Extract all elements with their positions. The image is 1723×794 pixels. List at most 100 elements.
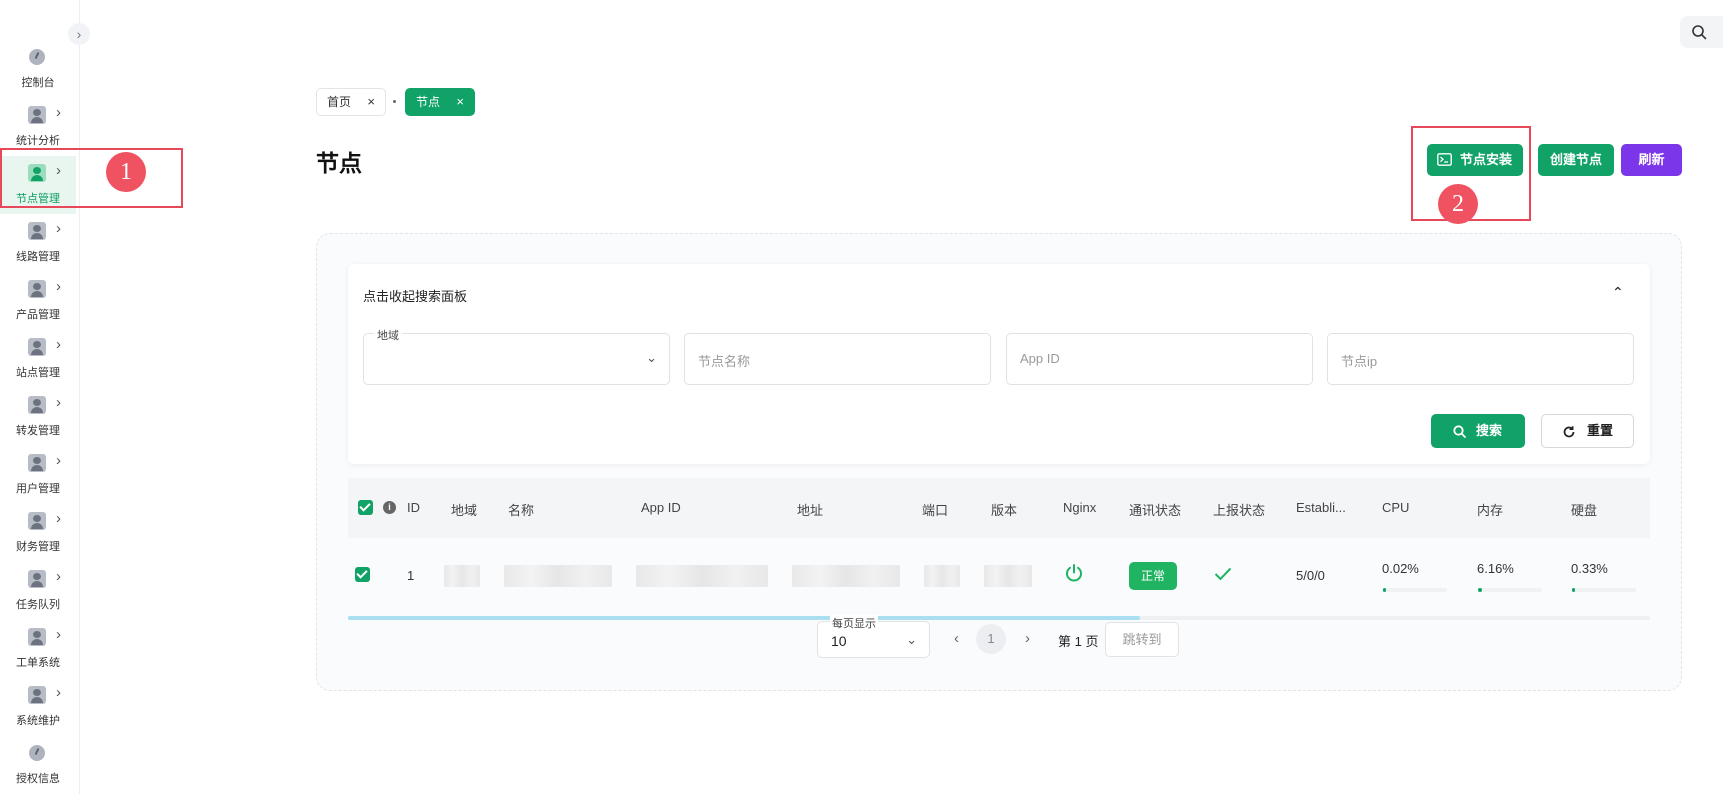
column-header-memory[interactable]: 内存 xyxy=(1477,500,1503,519)
search-button[interactable]: 搜索 xyxy=(1431,414,1525,448)
column-header-app-id[interactable]: App ID xyxy=(641,500,681,515)
select-all-checkbox[interactable] xyxy=(358,500,373,515)
search-panel-toggle[interactable]: 点击收起搜索面板 xyxy=(363,286,467,305)
search-icon xyxy=(1453,425,1466,438)
region-label: 地域 xyxy=(374,327,402,343)
column-header-nginx[interactable]: Nginx xyxy=(1063,500,1096,515)
sidebar-item-user-management[interactable]: › 用户管理 xyxy=(0,446,76,504)
close-icon[interactable]: × xyxy=(456,89,464,115)
sidebar-item-label: 用户管理 xyxy=(16,483,60,495)
node-name-placeholder: 节点名称 xyxy=(698,354,751,369)
user-icon xyxy=(28,222,46,240)
sidebar-item-license-info[interactable]: 授权信息 xyxy=(0,736,76,794)
column-header-version[interactable]: 版本 xyxy=(991,500,1017,519)
chevron-right-icon: › xyxy=(56,568,61,585)
refresh-button[interactable]: 刷新 xyxy=(1621,144,1682,176)
app-id-input[interactable]: App ID xyxy=(1006,333,1313,385)
sidebar-item-label: 线路管理 xyxy=(16,251,60,263)
row-cpu: 0.02% xyxy=(1382,561,1419,576)
annotation-marker-1: 1 xyxy=(106,152,146,192)
close-icon[interactable]: × xyxy=(367,89,375,115)
node-ip-input[interactable]: 节点ip xyxy=(1327,333,1634,385)
tab-label: 首页 xyxy=(327,95,352,109)
sidebar-item-label: 工单系统 xyxy=(16,657,60,669)
prev-page-button[interactable]: ‹ xyxy=(954,630,959,647)
next-page-button[interactable]: › xyxy=(1025,630,1030,647)
user-icon xyxy=(28,512,46,530)
sidebar-item-task-queue[interactable]: › 任务队列 xyxy=(0,562,76,620)
column-header-disk[interactable]: 硬盘 xyxy=(1571,500,1597,519)
column-header-cpu[interactable]: CPU xyxy=(1382,500,1409,515)
jump-to-page-input[interactable]: 跳转到 xyxy=(1105,622,1179,657)
sidebar-collapse-button[interactable]: › xyxy=(68,23,90,45)
chevron-right-icon: › xyxy=(56,452,61,469)
sidebar-item-forward-management[interactable]: › 转发管理 xyxy=(0,388,76,446)
row-region-redacted xyxy=(444,565,480,587)
check-icon xyxy=(1214,567,1232,581)
sidebar-item-product-management[interactable]: › 产品管理 xyxy=(0,272,76,330)
column-header-region[interactable]: 地域 xyxy=(451,500,477,519)
user-icon xyxy=(28,396,46,414)
sidebar-item-console[interactable]: 控制台 xyxy=(0,40,76,98)
create-node-button[interactable]: 创建节点 xyxy=(1538,144,1614,176)
region-select[interactable]: 地域 ⌄ xyxy=(363,327,670,385)
horizontal-scrollbar[interactable] xyxy=(348,616,1650,620)
sidebar: › 控制台 › 统计分析 › 节点管理 › 线路管理 › 产品管理 › 站点管理… xyxy=(0,0,90,794)
annotation-marker-2: 2 xyxy=(1438,184,1478,224)
page-size-label: 每页显示 xyxy=(830,615,878,631)
tab-home[interactable]: 首页 × xyxy=(316,88,386,116)
scrollbar-thumb[interactable] xyxy=(348,616,1140,620)
row-version-redacted xyxy=(984,565,1032,587)
column-header-address[interactable]: 地址 xyxy=(797,500,823,519)
node-name-input[interactable]: 节点名称 xyxy=(684,333,991,385)
page-indicator: 第 1 页 xyxy=(1058,634,1099,649)
row-memory: 6.16% xyxy=(1477,561,1514,576)
reset-button[interactable]: 重置 xyxy=(1541,414,1634,448)
sidebar-item-finance-management[interactable]: › 财务管理 xyxy=(0,504,76,562)
sidebar-item-label: 站点管理 xyxy=(16,367,60,379)
row-checkbox[interactable] xyxy=(355,567,370,582)
row-app-id-redacted xyxy=(636,565,768,587)
search-button-label: 搜索 xyxy=(1476,423,1503,438)
dashboard-icon xyxy=(29,745,45,761)
sidebar-item-system-maintenance[interactable]: › 系统维护 xyxy=(0,678,76,736)
chevron-down-icon: ⌄ xyxy=(906,632,917,647)
global-search-button[interactable] xyxy=(1680,16,1723,48)
sidebar-item-label: 财务管理 xyxy=(16,541,60,553)
sidebar-item-ticket-system[interactable]: › 工单系统 xyxy=(0,620,76,678)
chevron-up-icon[interactable]: ⌃ xyxy=(1612,284,1624,301)
row-address-redacted xyxy=(792,565,900,587)
cpu-meter xyxy=(1383,588,1447,592)
row-id: 1 xyxy=(407,568,415,583)
sidebar-item-site-management[interactable]: › 站点管理 xyxy=(0,330,76,388)
page-title: 节点 xyxy=(316,150,362,176)
column-header-port[interactable]: 端口 xyxy=(922,500,948,519)
user-icon xyxy=(28,106,46,124)
column-header-established[interactable]: Establi... xyxy=(1296,500,1346,515)
row-disk: 0.33% xyxy=(1571,561,1608,576)
sidebar-item-line-management[interactable]: › 线路管理 xyxy=(0,214,76,272)
sidebar-item-label: 授权信息 xyxy=(16,773,60,785)
page-size-select[interactable]: 每页显示 10 ⌄ xyxy=(817,615,930,658)
node-ip-placeholder: 节点ip xyxy=(1341,354,1378,369)
power-icon[interactable] xyxy=(1064,563,1084,583)
column-header-report-status[interactable]: 上报状态 xyxy=(1213,500,1265,519)
info-icon[interactable]: i xyxy=(383,501,396,514)
user-icon xyxy=(28,338,46,356)
column-header-id[interactable]: ID xyxy=(407,500,420,515)
chevron-right-icon: › xyxy=(56,336,61,353)
sidebar-item-label: 控制台 xyxy=(21,77,55,89)
page-size-value: 10 xyxy=(831,633,847,649)
chevron-right-icon: › xyxy=(56,510,61,527)
page-number-current[interactable]: 1 xyxy=(976,624,1006,654)
annotation-box-1 xyxy=(0,148,183,208)
chevron-right-icon: › xyxy=(56,278,61,295)
app-id-placeholder: App ID xyxy=(1020,351,1060,366)
row-established: 5/0/0 xyxy=(1296,568,1325,583)
chevron-right-icon: › xyxy=(56,394,61,411)
tab-node[interactable]: 节点 × xyxy=(405,88,475,116)
disk-meter xyxy=(1572,588,1636,592)
column-header-name[interactable]: 名称 xyxy=(508,500,534,519)
sidebar-item-label: 产品管理 xyxy=(16,309,60,321)
column-header-comm-status[interactable]: 通讯状态 xyxy=(1129,500,1181,519)
